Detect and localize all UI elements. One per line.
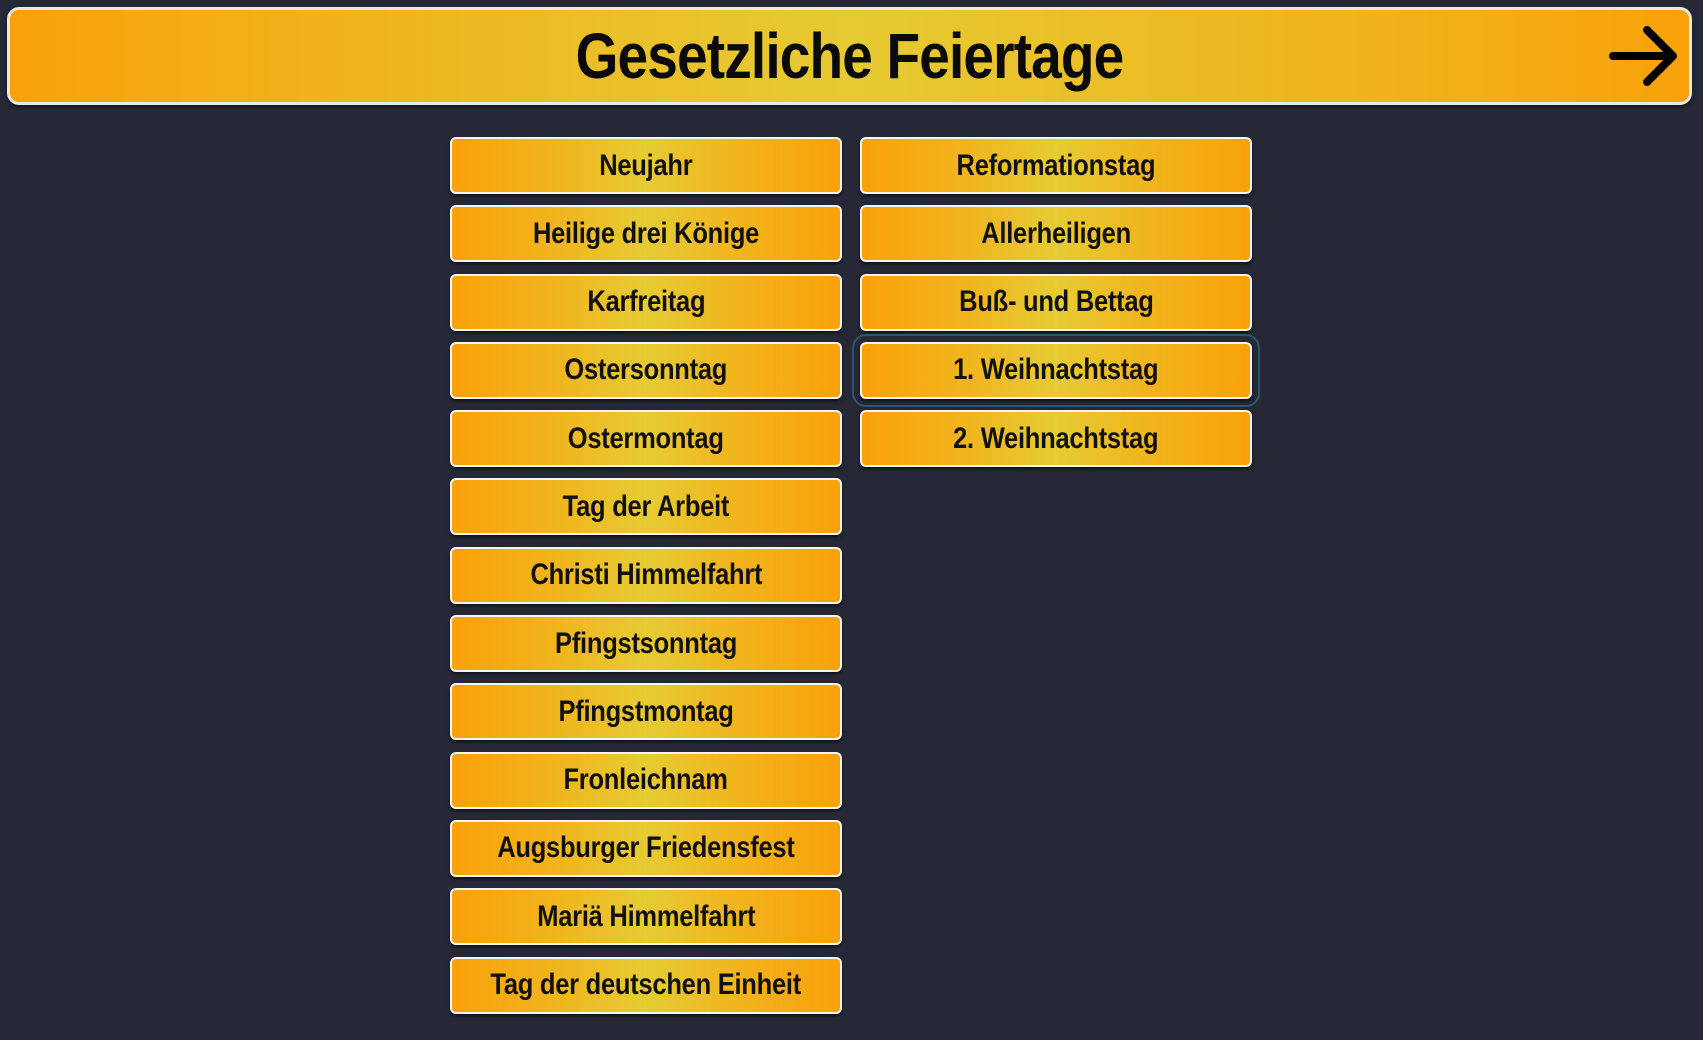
holiday-label: Ostermontag xyxy=(568,421,724,455)
holiday-label: Tag der Arbeit xyxy=(562,489,730,523)
holiday-label: Tag der deutschen Einheit xyxy=(490,968,802,1002)
holiday-button-allerheiligen[interactable]: Allerheiligen xyxy=(860,205,1252,263)
holiday-label: Augsburger Friedensfest xyxy=(497,831,795,865)
holiday-button-pfingstsonntag[interactable]: Pfingstsonntag xyxy=(450,615,842,673)
holiday-button-ostermontag[interactable]: Ostermontag xyxy=(450,410,842,468)
holiday-label: Heilige drei Könige xyxy=(532,216,760,250)
holiday-label: Allerheiligen xyxy=(981,216,1131,250)
holiday-button-augsburger-friedensfest[interactable]: Augsburger Friedensfest xyxy=(450,819,842,877)
holiday-button-karfreitag[interactable]: Karfreitag xyxy=(450,273,842,331)
holiday-label: Buß- und Bettag xyxy=(958,285,1154,319)
holiday-label: Fronleichnam xyxy=(563,763,729,797)
holiday-label: Mariä Himmelfahrt xyxy=(536,899,756,933)
holiday-button-buss-und-bettag[interactable]: Buß- und Bettag xyxy=(860,273,1252,331)
holiday-button-fronleichnam[interactable]: Fronleichnam xyxy=(450,751,842,809)
holiday-label: Christi Himmelfahrt xyxy=(530,558,762,592)
holiday-label: Pfingstsonntag xyxy=(554,626,738,660)
holiday-label: Ostersonntag xyxy=(564,353,728,387)
holiday-button-2-weihnachtstag[interactable]: 2. Weihnachtstag xyxy=(860,410,1252,468)
title-bar: Gesetzliche Feiertage xyxy=(7,7,1692,105)
holiday-label: Karfreitag xyxy=(587,285,705,319)
holiday-button-ostersonntag[interactable]: Ostersonntag xyxy=(450,341,842,399)
holiday-label: 1. Weihnachtstag xyxy=(953,353,1159,387)
holiday-button-1-weihnachtstag[interactable]: 1. Weihnachtstag xyxy=(852,333,1260,407)
holiday-label: Pfingstmontag xyxy=(558,694,734,728)
holiday-label: Neujahr xyxy=(599,148,693,182)
holiday-button-mariae-himmelfahrt[interactable]: Mariä Himmelfahrt xyxy=(450,888,842,946)
holiday-button-christi-himmelfahrt[interactable]: Christi Himmelfahrt xyxy=(450,546,842,604)
holiday-button-heilige-drei-koenige[interactable]: Heilige drei Könige xyxy=(450,205,842,263)
arrow-right-icon xyxy=(1609,26,1677,86)
holiday-label: Reformationstag xyxy=(956,148,1156,182)
holiday-label: 2. Weihnachtstag xyxy=(953,421,1159,455)
holiday-list-right: Reformationstag Allerheiligen Buß- und B… xyxy=(852,137,1260,478)
holiday-button-tag-der-arbeit[interactable]: Tag der Arbeit xyxy=(450,478,842,536)
holiday-button-neujahr[interactable]: Neujahr xyxy=(450,137,842,194)
holiday-button-tag-der-deutschen-einheit[interactable]: Tag der deutschen Einheit xyxy=(450,956,842,1014)
page-title: Gesetzliche Feiertage xyxy=(575,20,1125,92)
holiday-button-reformationstag[interactable]: Reformationstag xyxy=(860,137,1252,194)
next-button[interactable] xyxy=(1607,24,1681,88)
holiday-button-pfingstmontag[interactable]: Pfingstmontag xyxy=(450,683,842,741)
holiday-list-left: Neujahr Heilige drei Könige Karfreitag O… xyxy=(450,137,842,1025)
